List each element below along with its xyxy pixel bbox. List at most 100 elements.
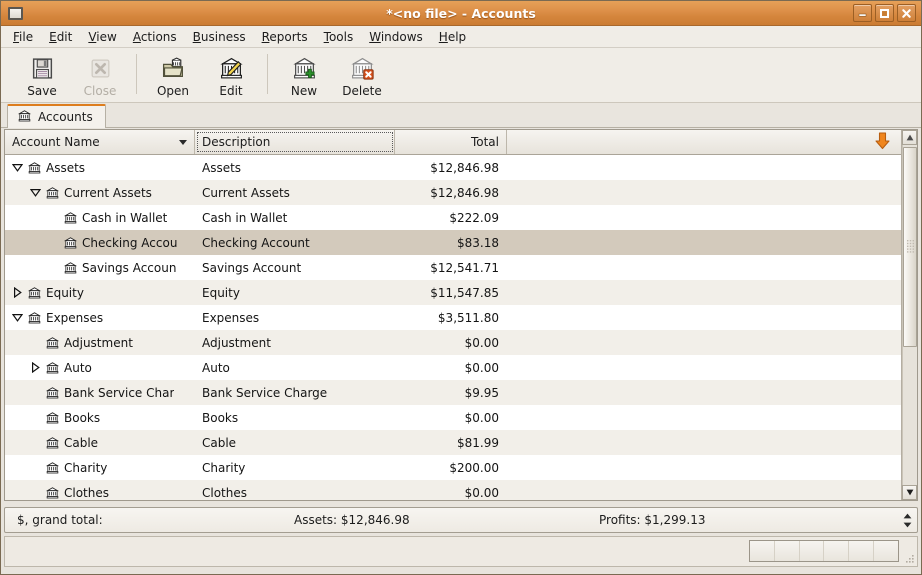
new-button[interactable]: New — [275, 52, 333, 98]
cell-account-name: Checking Accou — [5, 230, 195, 255]
cell-description: Charity — [202, 460, 246, 475]
column-header-options[interactable] — [507, 130, 901, 154]
scrollbar-thumb[interactable] — [903, 147, 917, 347]
toolbar-separator-2 — [267, 54, 268, 94]
column-header-total-label: Total — [470, 135, 499, 149]
bank-icon — [44, 386, 60, 400]
cell-filler — [507, 380, 901, 405]
table-row[interactable]: Current Assets Current Assets $12,846.98 — [5, 180, 901, 205]
table-row[interactable]: Cash in Wallet Cash in Wallet $222.09 — [5, 205, 901, 230]
table-row[interactable]: Adjustment Adjustment $0.00 — [5, 330, 901, 355]
cell-description: Auto — [202, 360, 230, 375]
tab-accounts[interactable]: Accounts — [7, 104, 106, 128]
cell-total: $0.00 — [464, 410, 499, 425]
menu-tools[interactable]: Tools — [316, 28, 362, 46]
menu-edit[interactable]: Edit — [41, 28, 80, 46]
table-row[interactable]: Clothes Clothes $0.00 — [5, 480, 901, 500]
table-row[interactable]: Savings Accoun Savings Account $12,541.71 — [5, 255, 901, 280]
menu-windows[interactable]: Windows — [361, 28, 431, 46]
cell-account-name: Current Assets — [5, 180, 195, 205]
cell-description: Cable — [202, 435, 237, 450]
progress-segment — [800, 541, 825, 561]
column-header-description[interactable]: Description — [195, 130, 395, 154]
menu-view[interactable]: View — [80, 28, 124, 46]
delete-button[interactable]: Delete — [333, 52, 391, 98]
account-name-label: Cable — [64, 435, 99, 450]
cell-account-name: Charity — [5, 455, 195, 480]
cell-filler — [507, 230, 901, 255]
table-row[interactable]: Checking Accou Checking Account $83.18 — [5, 230, 901, 255]
edit-button[interactable]: Edit — [202, 52, 260, 98]
account-name-label: Expenses — [46, 310, 104, 325]
bank-icon — [62, 211, 78, 225]
bank-icon — [62, 261, 78, 275]
scroll-down-button[interactable] — [902, 485, 917, 500]
cell-account-name: Expenses — [5, 305, 195, 330]
cell-account-name: Savings Accoun — [5, 255, 195, 280]
summary-spinner[interactable] — [900, 510, 914, 530]
table-row[interactable]: Cable Cable $81.99 — [5, 430, 901, 455]
progress-segment — [849, 541, 875, 561]
table-row[interactable]: Equity Equity $11,547.85 — [5, 280, 901, 305]
cell-account-name: Assets — [5, 155, 195, 180]
bank-icon — [44, 186, 60, 200]
progress-segment — [775, 541, 800, 561]
scrollbar-track[interactable] — [902, 145, 917, 485]
table-row[interactable]: Auto Auto $0.00 — [5, 355, 901, 380]
save-label: Save — [27, 84, 57, 98]
cell-total: $12,541.71 — [430, 260, 499, 275]
cell-filler — [507, 155, 901, 180]
minimize-button[interactable] — [853, 4, 872, 22]
scrollbar-grip-icon — [906, 240, 914, 253]
cell-description: Savings Account — [202, 260, 302, 275]
accounts-rows: Assets Assets $12,846.98 Current Assets Curr… — [5, 155, 901, 500]
menu-business[interactable]: Business — [185, 28, 254, 46]
menu-actions[interactable]: Actions — [125, 28, 185, 46]
maximize-button[interactable] — [875, 4, 894, 22]
cell-filler — [507, 205, 901, 230]
column-header-total[interactable]: Total — [395, 130, 507, 154]
window-controls — [853, 4, 916, 22]
cell-total: $3,511.80 — [437, 310, 499, 325]
column-header-account-name[interactable]: Account Name — [5, 130, 195, 154]
expander-collapsed-icon[interactable] — [9, 287, 26, 298]
expander-expanded-icon[interactable] — [9, 163, 26, 172]
expander-expanded-icon[interactable] — [9, 313, 26, 322]
expander-expanded-icon[interactable] — [27, 188, 44, 197]
cell-description: Bank Service Charge — [202, 385, 328, 400]
scroll-up-button[interactable] — [902, 130, 917, 145]
menu-reports[interactable]: Reports — [254, 28, 316, 46]
table-row[interactable]: Books Books $0.00 — [5, 405, 901, 430]
menu-file[interactable]: File — [5, 28, 41, 46]
resize-grip-icon[interactable] — [903, 552, 915, 564]
cell-filler — [507, 480, 901, 500]
table-row[interactable]: Assets Assets $12,846.98 — [5, 155, 901, 180]
account-name-label: Adjustment — [64, 335, 133, 350]
summary-profits: Profits: $1,299.13 — [599, 513, 706, 527]
save-button[interactable]: Save — [13, 52, 71, 98]
account-name-label: Auto — [64, 360, 92, 375]
open-button[interactable]: Open — [144, 52, 202, 98]
table-row[interactable]: Charity Charity $200.00 — [5, 455, 901, 480]
tab-accounts-label: Accounts — [38, 110, 93, 124]
bank-icon — [17, 109, 32, 126]
cell-account-name: Auto — [5, 355, 195, 380]
menu-help[interactable]: Help — [431, 28, 474, 46]
bank-icon — [44, 361, 60, 375]
table-row[interactable]: Expenses Expenses $3,511.80 — [5, 305, 901, 330]
close-button[interactable] — [897, 4, 916, 22]
window-menu-icon[interactable] — [8, 6, 23, 20]
table-row[interactable]: Bank Service Char Bank Service Charge $9.9… — [5, 380, 901, 405]
expander-collapsed-icon[interactable] — [27, 362, 44, 373]
close-button-toolbar[interactable]: Close — [71, 52, 129, 98]
down-arrow-icon[interactable] — [874, 131, 891, 153]
summary-grand-total-label: $, grand total: — [17, 513, 103, 527]
bank-icon — [44, 436, 60, 450]
tree-vertical-scrollbar[interactable] — [901, 130, 917, 500]
account-name-label: Bank Service Char — [64, 385, 175, 400]
cell-description: Expenses — [202, 310, 260, 325]
cell-total: $81.99 — [457, 435, 499, 450]
new-label: New — [290, 84, 318, 98]
cell-filler — [507, 255, 901, 280]
summary-bar: $, grand total: Assets: $12,846.98 Profi… — [4, 507, 918, 533]
